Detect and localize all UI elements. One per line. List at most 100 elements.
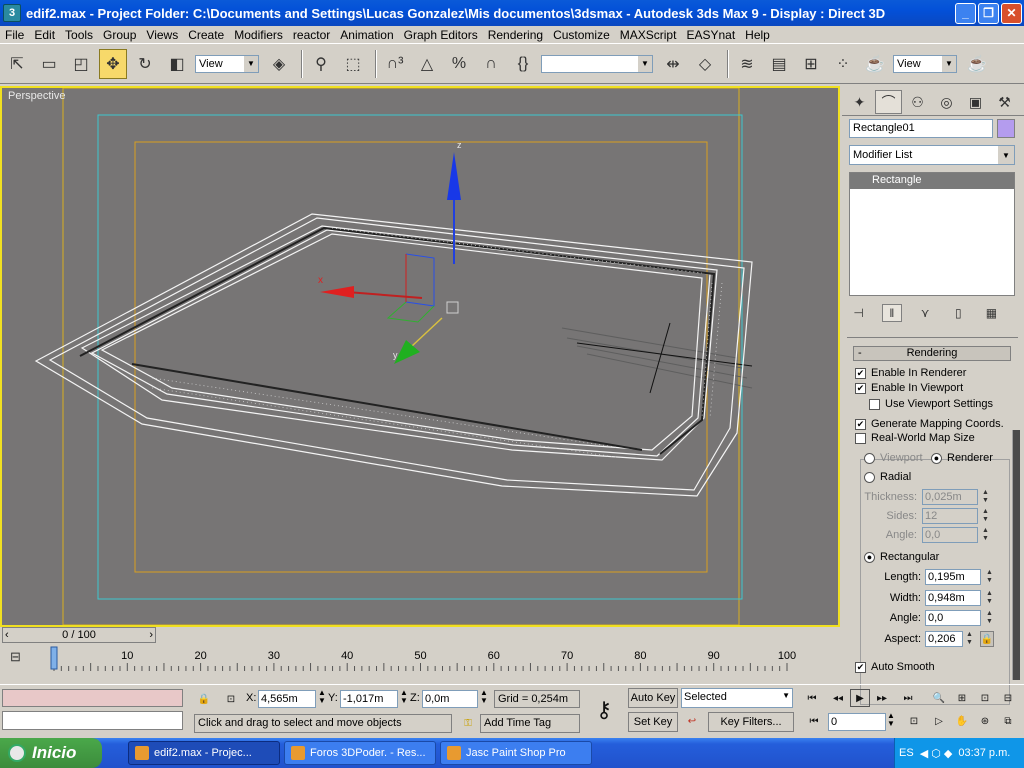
rollout-title[interactable]: - Rendering <box>853 346 1011 361</box>
pin-stack-icon[interactable]: ⊣ <box>849 304 868 322</box>
motion-tab-icon[interactable]: ◎ <box>933 90 960 114</box>
modify-tab-icon[interactable]: ⌒ <box>875 90 902 114</box>
chevron-left-icon[interactable]: ‹ <box>5 628 9 642</box>
y-arrow-cone[interactable] <box>394 340 420 364</box>
scale-icon[interactable]: ◧ <box>163 49 191 79</box>
spinner-arrows-icon[interactable]: ▲ ▼ <box>980 508 991 524</box>
lock-status-icon[interactable]: ⚿ <box>458 714 478 732</box>
current-frame-field[interactable]: 0 <box>828 713 886 731</box>
spinner-arrows-icon[interactable]: ▲ ▼ <box>400 689 408 705</box>
zoom-icon[interactable]: 🔍 <box>929 689 949 707</box>
mirror-icon[interactable]: ⇹ <box>659 49 687 79</box>
x-arrow-cone[interactable] <box>320 286 354 298</box>
renderer-radio[interactable]: ● Renderer <box>931 452 993 464</box>
menu-group[interactable]: Group <box>98 28 141 42</box>
angle-radial-spinner[interactable]: 0,0 <box>922 527 978 543</box>
rect-region-icon[interactable]: ▭ <box>35 49 63 79</box>
z-arrow-cone[interactable] <box>447 152 461 200</box>
x-axis[interactable] <box>346 291 423 299</box>
menu-modifiers[interactable]: Modifiers <box>229 28 288 42</box>
default-in-out-icon[interactable]: ↩ <box>682 712 702 730</box>
pivot-icon[interactable]: ◈ <box>265 49 293 79</box>
maxscript-listener-white[interactable] <box>2 711 183 730</box>
menu-file[interactable]: File <box>0 28 29 42</box>
menu-reactor[interactable]: reactor <box>288 28 335 42</box>
tray-icons[interactable]: ◀ ⬡ ◆ <box>920 747 953 760</box>
rectangular-radio[interactable]: ● Rectangular <box>864 551 939 563</box>
layer-icon[interactable]: ≋ <box>733 49 761 79</box>
link-icon[interactable]: ⚲ <box>307 49 335 79</box>
menu-animation[interactable]: Animation <box>335 28 398 42</box>
viewport-radio[interactable]: Viewport <box>864 452 923 464</box>
material-editor-icon[interactable]: ⁘ <box>829 49 857 79</box>
stack-item-rectangle[interactable]: Rectangle <box>850 173 1014 189</box>
spinner-arrows-icon[interactable]: ▲ ▼ <box>984 590 995 606</box>
current-frame-marker[interactable] <box>50 646 58 670</box>
menu-maxscript[interactable]: MAXScript <box>615 28 682 42</box>
render-view-select[interactable]: View ▼ <box>893 54 957 73</box>
pan-icon[interactable]: ✋ <box>952 712 972 730</box>
modifier-stack[interactable]: Rectangle <box>849 172 1015 296</box>
transform-gizmo[interactable]: z x y <box>318 140 462 364</box>
real-world-map-checkbox[interactable]: Real-World Map Size <box>855 432 975 444</box>
spinner-arrows-icon[interactable]: ▲ ▼ <box>964 631 975 647</box>
menu-views[interactable]: Views <box>141 28 183 42</box>
align-icon[interactable]: ◇ <box>691 49 719 79</box>
zoom-extents-icon[interactable]: ⊡ <box>975 689 995 707</box>
y-coord-field[interactable]: -1,017m <box>340 690 398 708</box>
key-mode-toggle-icon[interactable]: ⏮ <box>804 712 824 730</box>
remove-modifier-icon[interactable]: ▯ <box>949 304 968 322</box>
set-key-button[interactable]: Set Key <box>628 712 678 732</box>
zoom-extents-all-icon[interactable]: ⊟ <box>998 689 1018 707</box>
close-button[interactable]: ✕ <box>1001 2 1022 24</box>
render-scene-icon[interactable]: ☕ <box>861 49 889 79</box>
viewport-scene[interactable]: z x y <box>2 88 838 625</box>
field-of-view-icon[interactable]: ▷ <box>929 712 949 730</box>
radial-radio[interactable]: Radial <box>864 471 911 483</box>
key-mode-select[interactable]: Selected ▼ <box>681 688 793 708</box>
spinner-arrows-icon[interactable]: ▲ ▼ <box>984 569 995 585</box>
curve-editor-mini-icon[interactable]: ⊟ <box>10 649 21 665</box>
display-tab-icon[interactable]: ▣ <box>962 90 989 114</box>
app-icon[interactable]: 3 <box>3 4 21 22</box>
menu-graph-editors[interactable]: Graph Editors <box>399 28 483 42</box>
x-coord-field[interactable]: 4,565m <box>258 690 316 708</box>
track-bar[interactable]: ⊟ 0102030405060708090100 <box>0 645 842 673</box>
maximize-button[interactable]: ❐ <box>978 2 999 24</box>
start-button[interactable]: Inicio <box>0 738 102 768</box>
curve-editor-icon[interactable]: ▤ <box>765 49 793 79</box>
auto-key-button[interactable]: Auto Key <box>628 688 678 708</box>
snap3-icon[interactable]: ∩³ <box>381 49 409 79</box>
viewport-label[interactable]: Perspective <box>8 90 65 102</box>
spinner-arrows-icon[interactable]: ▲ ▼ <box>984 610 995 626</box>
named-selection-select[interactable]: ▼ <box>541 54 653 73</box>
key-icon[interactable]: ⚷ <box>588 697 620 723</box>
language-indicator[interactable]: ES <box>899 747 914 759</box>
time-slider[interactable]: ‹ 0 / 100 › <box>2 627 156 643</box>
angle-rect-spinner[interactable]: 0,0 <box>925 610 981 626</box>
goto-start-icon[interactable]: ⏮ <box>802 689 822 707</box>
enable-in-viewport-checkbox[interactable]: ✔ Enable In Viewport <box>855 382 963 394</box>
spinner-arrows-icon[interactable]: ▲ ▼ <box>980 527 991 543</box>
bind-icon[interactable]: ⬚ <box>339 49 367 79</box>
perspective-viewport[interactable]: z x y Perspective <box>0 86 840 627</box>
select-icon[interactable]: ⇱ <box>3 49 31 79</box>
menu-tools[interactable]: Tools <box>60 28 98 42</box>
move-icon[interactable]: ✥ <box>99 48 127 79</box>
object-color-swatch[interactable] <box>997 119 1015 138</box>
key-filters-button[interactable]: Key Filters... <box>708 712 794 732</box>
angle-snap-icon[interactable]: △ <box>413 49 441 79</box>
quick-render-icon[interactable]: ☕ <box>963 49 991 79</box>
play-icon[interactable]: ▶ <box>850 689 870 707</box>
z-coord-field[interactable]: 0,0m <box>422 690 478 708</box>
add-time-tag[interactable]: Add Time Tag <box>480 714 580 733</box>
goto-end-icon[interactable]: ⏭ <box>898 689 918 707</box>
menu-rendering[interactable]: Rendering <box>483 28 548 42</box>
menu-customize[interactable]: Customize <box>548 28 615 42</box>
make-unique-icon[interactable]: ⋎ <box>916 304 935 322</box>
spinner-snap-icon[interactable]: ∩ <box>477 49 505 79</box>
percent-snap-icon[interactable]: % <box>445 49 473 79</box>
reference-coord-select[interactable]: View ▼ <box>195 54 259 73</box>
zoom-all-icon[interactable]: ⊞ <box>952 689 972 707</box>
taskbar-firefox[interactable]: Foros 3DPoder. - Res... <box>284 741 436 765</box>
